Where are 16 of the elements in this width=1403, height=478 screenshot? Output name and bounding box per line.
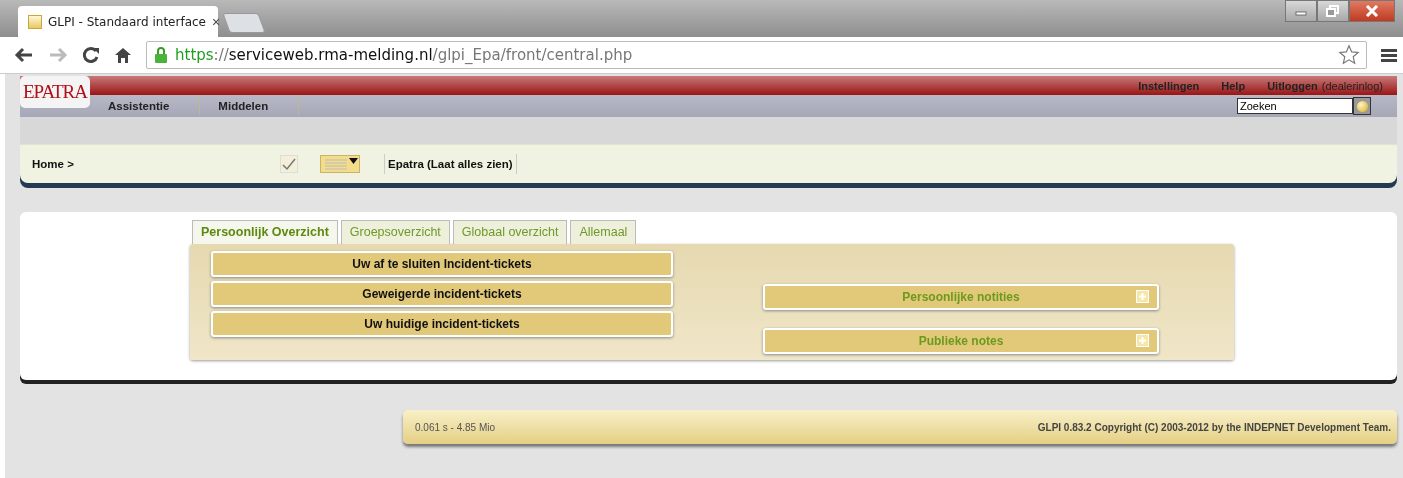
copyright-link[interactable]: GLPI 0.83.2 Copyright (C) 2003-2012 by the INDEPNET Development Team. [1037, 421, 1391, 433]
breadcrumb[interactable]: Home > [32, 158, 280, 170]
entity-selector[interactable]: Epatra (Laat alles zien) [384, 154, 517, 174]
epatra-logo[interactable]: EPATRA [20, 76, 90, 108]
tab[interactable]: Persoonlijk Overzicht [192, 220, 338, 244]
search-field[interactable]: Zoeken [1237, 98, 1353, 114]
menu-item[interactable]: Assistentie [90, 97, 201, 115]
tab-close-button[interactable]: × [212, 13, 221, 30]
browser-tab[interactable]: GLPI - Standaard interface × [18, 6, 218, 37]
ticket-list-header[interactable]: Geweigerde incident-tickets [211, 281, 673, 307]
menu-item[interactable]: Middelen [200, 97, 300, 115]
ticket-list-header[interactable]: Uw af te sluiten Incident-tickets [211, 251, 673, 277]
ticket-list-header[interactable]: Uw huidige incident-tickets [211, 311, 673, 337]
tab-title: GLPI - Standaard interface [48, 14, 206, 29]
address-bar[interactable]: https://serviceweb.rma-melding.nl/glpi_Epa/front/central.php [146, 41, 1367, 69]
page-timing: 0.061 s - 4.85 Mio [415, 421, 496, 433]
